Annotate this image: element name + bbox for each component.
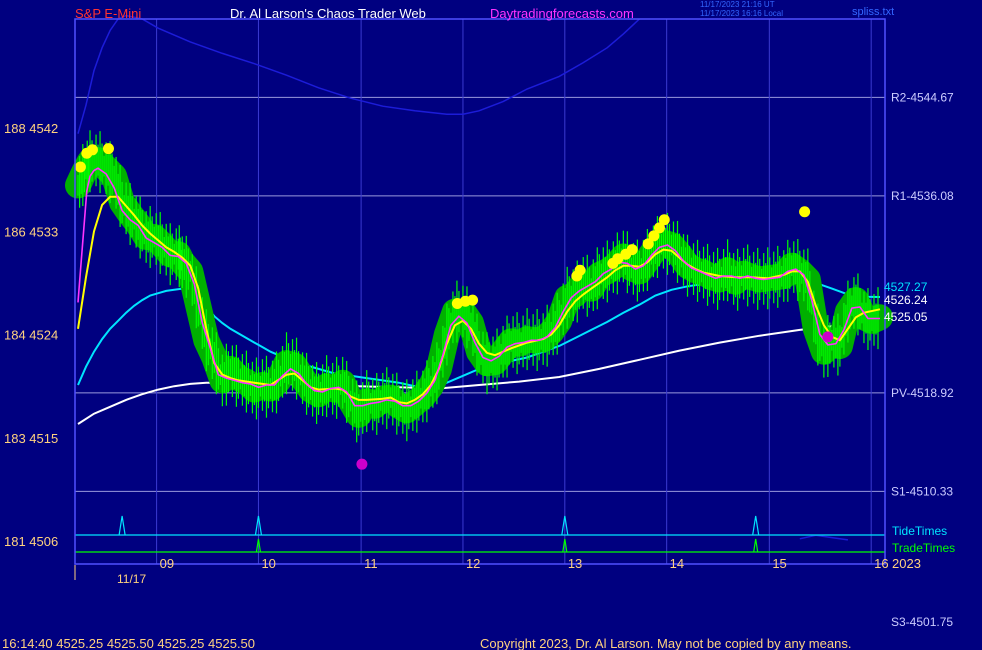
y-tick-label: 188 4542	[4, 121, 58, 136]
x-tick-label: 10	[261, 556, 275, 571]
year-label: 2023	[892, 556, 921, 571]
file-name: spliss.txt	[852, 6, 894, 18]
symbol-title: S&P E-Mini	[75, 6, 141, 21]
level-label-s1: S1-4510.33	[891, 484, 953, 498]
current-value-label: 4526.24	[884, 293, 928, 307]
high-marker	[658, 214, 670, 226]
level-label-s3: S3-4501.75	[891, 615, 953, 629]
x-tick-label: 09	[160, 556, 174, 571]
source-title: Dr. Al Larson's Chaos Trader Web	[230, 6, 426, 21]
level-label-r1: R1-4536.08	[891, 189, 954, 203]
high-marker	[799, 206, 811, 218]
timestamp-ut: 11/17/2023 21:16 UT	[700, 0, 775, 9]
high-marker	[86, 144, 98, 156]
low-marker	[822, 331, 834, 343]
x-tick-label: 14	[670, 556, 684, 571]
high-marker	[626, 244, 638, 256]
quote-readout: 16:14:40 4525.25 4525.50 4525.25 4525.50	[2, 636, 255, 650]
x-tick-label: 13	[568, 556, 582, 571]
date-label: 11/17	[117, 572, 146, 586]
high-marker	[467, 294, 479, 306]
y-tick-label: 184 4524	[4, 328, 58, 343]
timestamp-local: 11/17/2023 16:16 Local	[700, 9, 783, 18]
high-marker	[74, 161, 86, 173]
high-marker	[102, 143, 114, 155]
level-label-r2: R2-4544.67	[891, 90, 954, 104]
site-link[interactable]: Daytradingforecasts.com	[490, 6, 634, 21]
y-tick-label: 186 4533	[4, 224, 58, 239]
chart: R2-4544.67 R1-4536.08 PV-4518.92 S1-4510.33…	[0, 0, 982, 650]
trade-times-label: TradeTimes	[892, 541, 955, 555]
level-label-pv: PV-4518.92	[891, 386, 954, 400]
x-tick-label: 15	[772, 556, 786, 571]
low-marker	[356, 458, 368, 470]
tide-times-label: TideTimes	[892, 524, 947, 538]
current-value-label: 4527.27	[884, 280, 928, 294]
x-tick-label: 12	[466, 556, 480, 571]
high-marker	[574, 264, 586, 276]
y-tick-label: 181 4506	[4, 534, 58, 549]
copyright: Copyright 2023, Dr. Al Larson. May not b…	[480, 636, 851, 650]
x-tick-label: 16	[874, 556, 888, 571]
x-tick-label: 11	[364, 556, 378, 571]
current-value-label: 4525.05	[884, 310, 928, 324]
y-tick-label: 183 4515	[4, 431, 58, 446]
